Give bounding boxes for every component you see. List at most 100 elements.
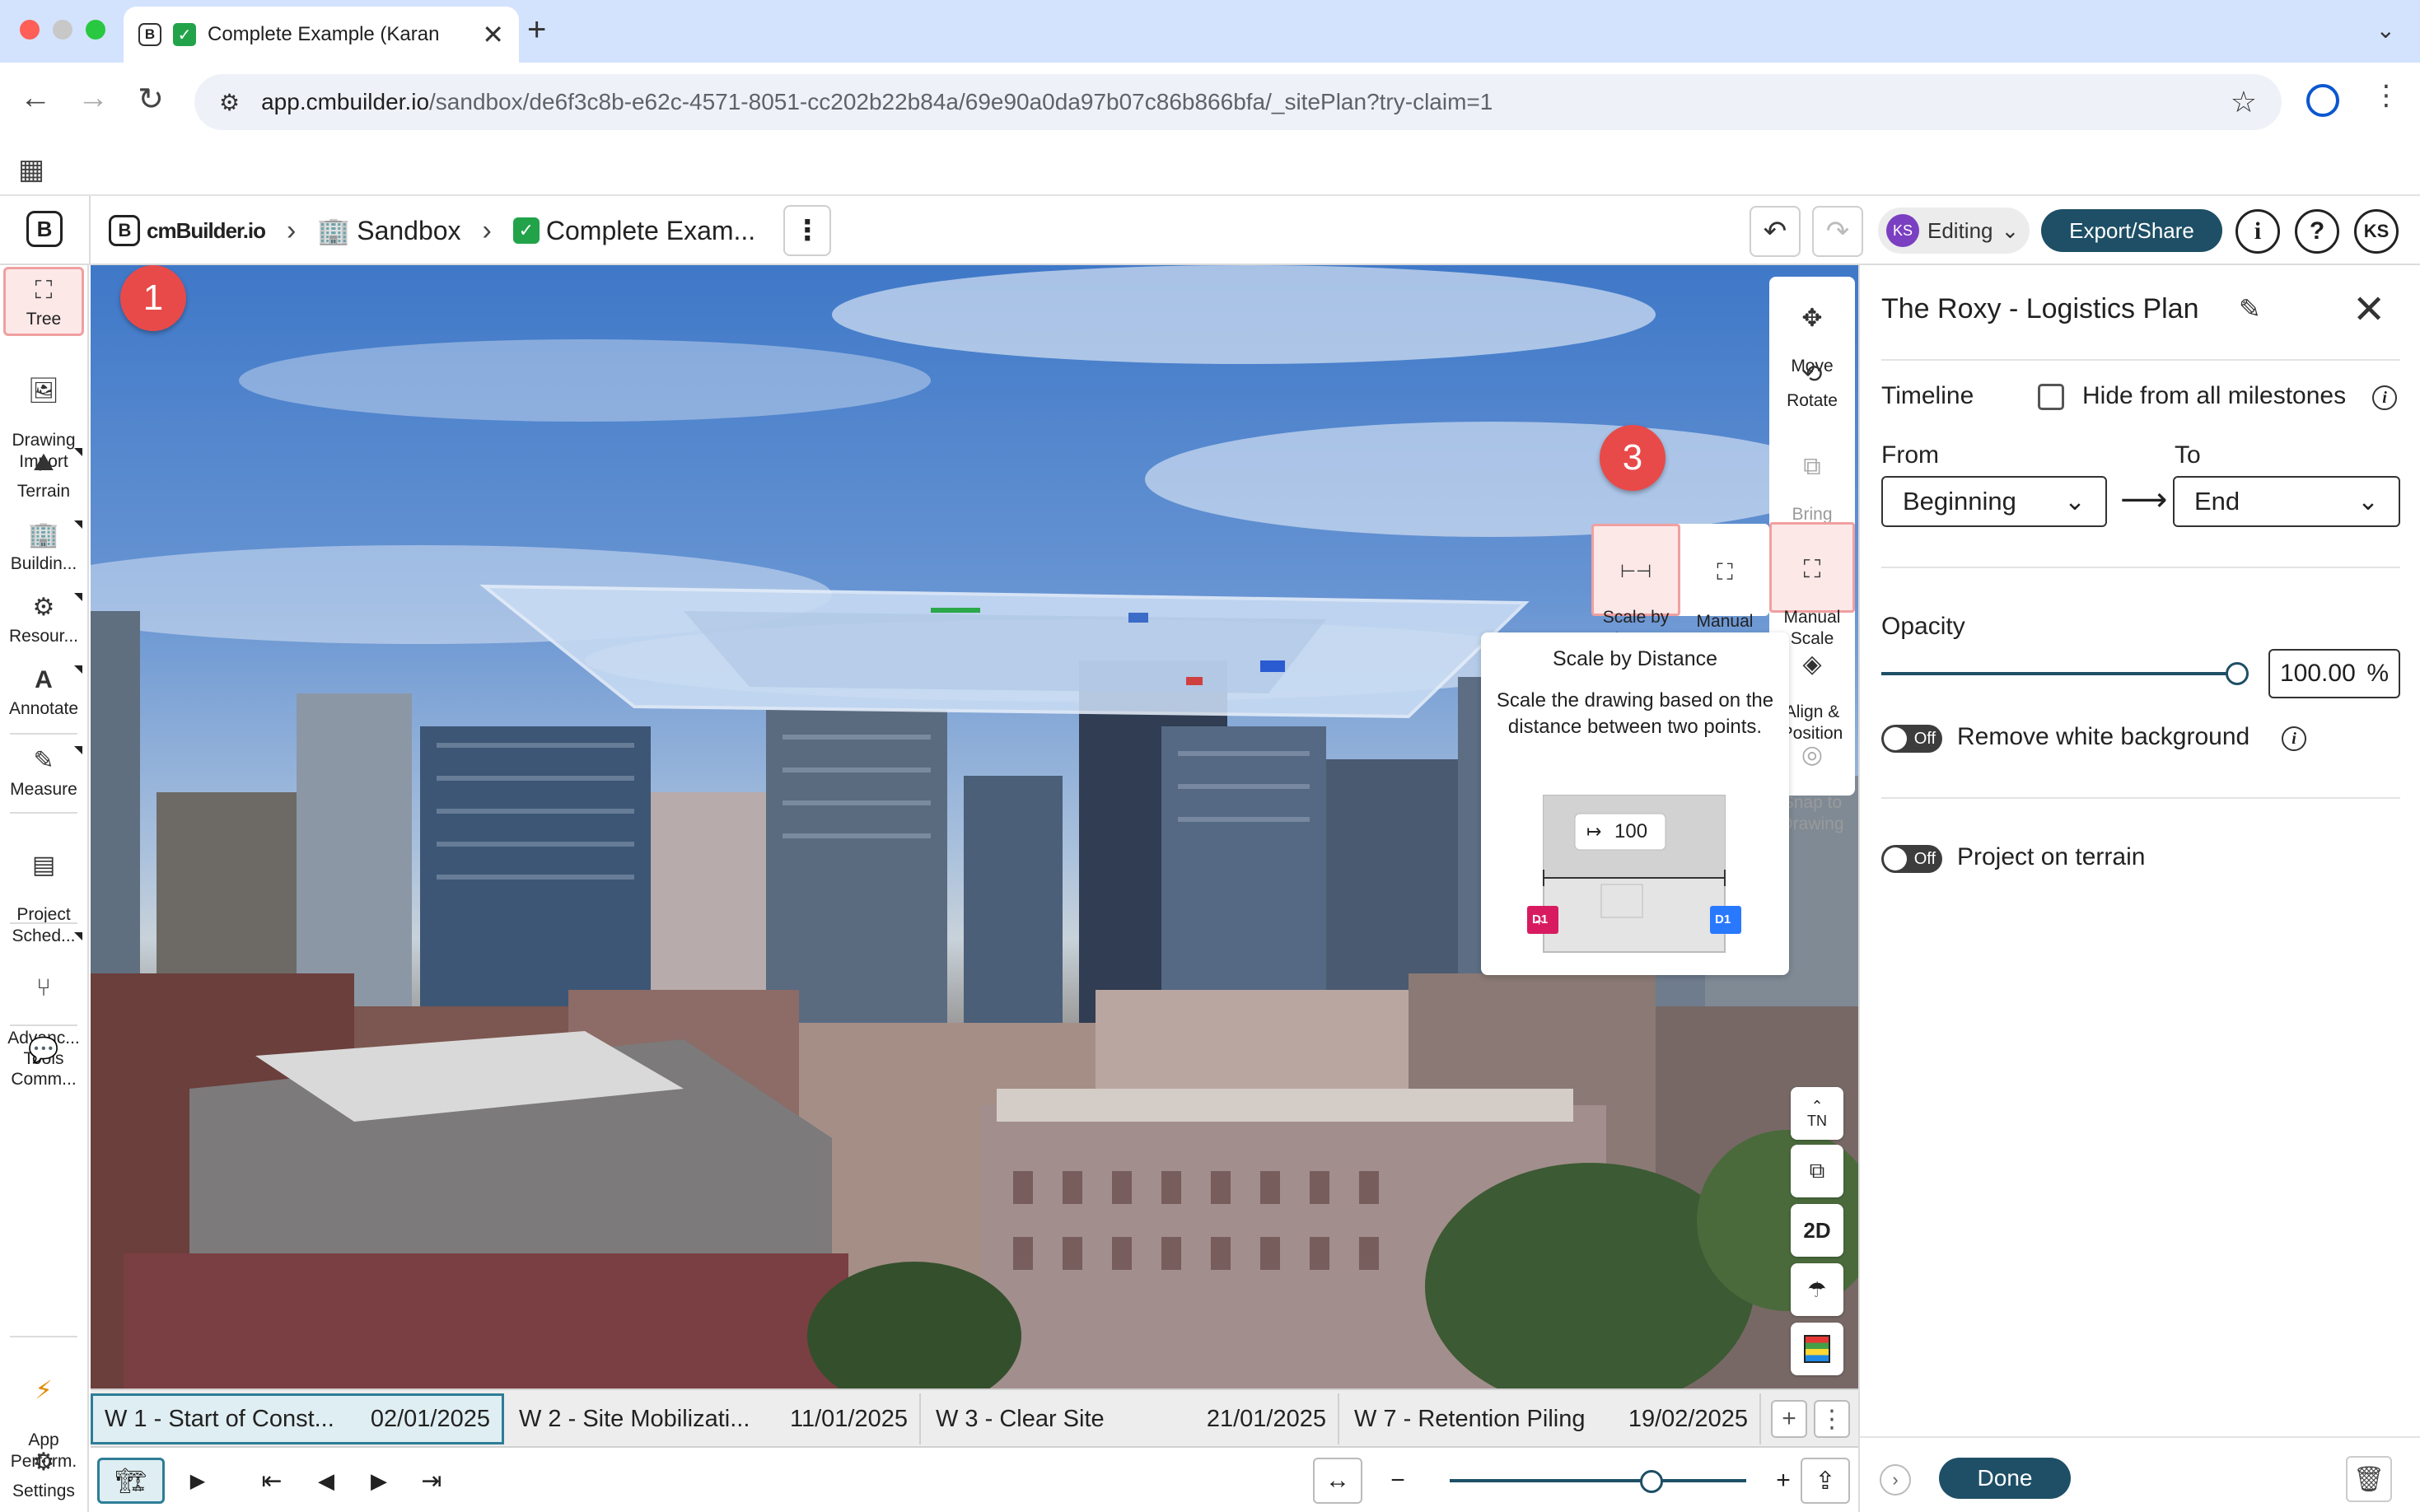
breadcrumb-sandbox[interactable]: 🏢 Sandbox [317,215,460,246]
info-icon[interactable]: i [2372,385,2397,410]
brand-mark-icon: B [109,215,140,246]
opacity-input[interactable]: 100.00 % [2268,649,2400,698]
help-icon[interactable]: ? [2295,209,2339,254]
timeline-zoom-slider[interactable] [1450,1479,1746,1482]
profile-icon[interactable] [2306,84,2339,117]
zoom-out-button[interactable]: − [1377,1458,1418,1504]
2d-mode-button[interactable]: 2D [1791,1204,1843,1257]
fit-timeline-button[interactable]: ↔ [1313,1458,1362,1504]
editing-mode-dropdown[interactable]: KS Editing ⌄ [1878,208,2030,254]
sidebar-item-project-schedule[interactable]: ▤ Project Sched... [0,830,87,946]
sidebar-item-measure[interactable]: ✎ Measure [0,746,87,800]
milestone-tab[interactable]: W 3 - Clear Site 21/01/2025 [924,1393,1339,1444]
sidebar-item-comments[interactable]: 💬 Comm... [0,1036,87,1090]
person-icon: ☂ [1807,1276,1827,1302]
minimize-window-button[interactable] [53,20,72,40]
callout-badge: 3 [1600,425,1666,491]
last-milestone-button[interactable]: ⇥ [415,1458,448,1504]
scale-by-distance-button[interactable]: ⊢⊣ Scale by Distance [1591,524,1680,649]
pedestrian-view-button[interactable]: ☂ [1791,1263,1843,1316]
info-icon[interactable]: i [2282,726,2306,751]
gear-icon: ⚙ [32,1449,55,1476]
close-tab-icon[interactable]: ✕ [482,19,504,50]
info-icon[interactable]: i [2235,209,2280,254]
timeline-zoom-handle[interactable] [1639,1470,1663,1493]
maximize-window-button[interactable] [86,20,105,40]
site-view-button[interactable]: 🏗 [97,1458,165,1504]
manual-scale-button[interactable]: ⛶ Manual Scale [1680,524,1769,653]
sidebar-item-terrain[interactable]: ⛰ Terrain [0,448,87,502]
rotate-tool-label: Rotate [1787,390,1838,410]
3d-view-button[interactable]: ⧉ [1791,1145,1843,1197]
site-settings-icon[interactable]: ⚙ [219,89,240,116]
svg-text:↦: ↦ [1586,821,1601,842]
to-label: To [2175,441,2201,469]
delete-button[interactable]: 🗑 [2346,1456,2392,1502]
sidebar-item-annotate[interactable]: A Annotate [0,665,87,719]
divider [10,812,77,814]
to-milestone-select[interactable]: End ⌄ [2173,476,2400,527]
apps-grid-icon[interactable]: ▦ [18,153,44,186]
upload-schedule-button[interactable]: ⇪ [1801,1458,1850,1504]
from-milestone-select[interactable]: Beginning ⌄ [1881,476,2107,527]
sidebar-item-buildings[interactable]: 🏢 Buildin... [0,520,87,574]
browser-tab[interactable]: B ✓ Complete Example (Karan ✕ [124,7,519,63]
reload-button[interactable]: ↻ [130,81,171,118]
browser-menu-icon[interactable]: ⋮ [2372,79,2400,112]
schedule-icon: ▤ [31,852,56,880]
project-more-button[interactable]: ⋮ [783,205,832,256]
close-window-button[interactable] [20,20,40,40]
opacity-slider[interactable] [1881,672,2237,675]
chevron-right-icon: › [482,214,492,246]
sidebar-item-label: Comm... [11,1070,77,1089]
close-panel-icon[interactable]: ✕ [2352,287,2385,333]
sidebar-item-resources[interactable]: ⚙ Resour... [0,593,87,646]
previous-milestone-button[interactable]: ◀ [310,1458,343,1504]
playback-bar: 🏗 ▶ ⇤ ◀ ▶ ⇥ ↔ − + ⇪ [91,1446,1858,1512]
zoom-in-button[interactable]: + [1763,1458,1804,1504]
breadcrumb: B cmBuilder.io › 🏢 Sandbox › ✓ Complete … [109,196,832,265]
export-share-button[interactable]: Export/Share [2041,209,2222,252]
user-avatar[interactable]: KS [2354,209,2399,254]
rotate-tool-button[interactable]: ⟲ Rotate [1769,359,1855,412]
address-bar[interactable]: ⚙ app.cmbuilder.io/sandbox/de6f3c8b-e62c… [194,74,2282,130]
north-compass-button[interactable]: ⌃ TN [1791,1087,1843,1140]
manual-scale-tool-button[interactable]: ⛶ Manual Scale [1769,522,1855,648]
first-milestone-button[interactable]: ⇤ [255,1458,288,1504]
presentation-icon: ▶ [189,1469,206,1492]
chevron-down-icon: ⌄ [2064,487,2086,516]
hide-from-milestones-checkbox[interactable] [2038,384,2064,410]
milestone-more-button[interactable]: ⋮ [1814,1400,1850,1438]
new-tab-button[interactable]: + [527,12,546,49]
undo-button[interactable]: ↶ [1750,206,1801,257]
expand-panel-button[interactable]: › [1880,1464,1911,1496]
percent-unit: % [2366,660,2389,687]
timeline-label: Timeline [1881,382,1974,409]
breadcrumb-project[interactable]: ✓ Complete Exam... [512,216,755,246]
forward-button[interactable]: → [72,81,114,116]
edit-title-icon[interactable]: ✎ [2239,293,2261,324]
tree-icon: ⛶ [35,277,53,304]
brand-logo[interactable]: B cmBuilder.io [109,215,266,246]
layers-button[interactable] [1791,1323,1843,1375]
submenu-indicator-icon [74,932,82,940]
project-on-terrain-toggle[interactable]: Off [1881,845,1942,873]
presentation-button[interactable]: ▶ [173,1458,222,1504]
next-milestone-button[interactable]: ▶ [362,1458,395,1504]
remove-white-background-toggle[interactable]: Off [1881,725,1942,753]
redo-button[interactable]: ↷ [1812,206,1863,257]
done-button[interactable]: Done [1939,1458,2071,1499]
tab-search-chevron-icon[interactable]: ⌄ [2376,16,2395,44]
add-milestone-button[interactable]: + [1771,1400,1807,1438]
sidebar-item-settings[interactable]: ⚙ Settings [0,1448,87,1501]
opacity-slider-handle[interactable] [2226,662,2249,685]
divider [1881,797,2400,799]
milestone-tab[interactable]: W 7 - Retention Piling 19/02/2025 [1343,1393,1761,1444]
app-logo[interactable]: B [26,211,63,247]
milestone-tab[interactable]: W 2 - Site Mobilizati... 11/01/2025 [507,1393,921,1444]
milestone-tab[interactable]: W 1 - Start of Const... 02/01/2025 [91,1393,504,1444]
ruler-icon: ⊢⊣ [1619,561,1652,582]
back-button[interactable]: ← [15,81,56,116]
bookmark-star-icon[interactable]: ☆ [2231,85,2257,119]
sidebar-item-tree[interactable]: ⛶ Tree [3,267,84,336]
